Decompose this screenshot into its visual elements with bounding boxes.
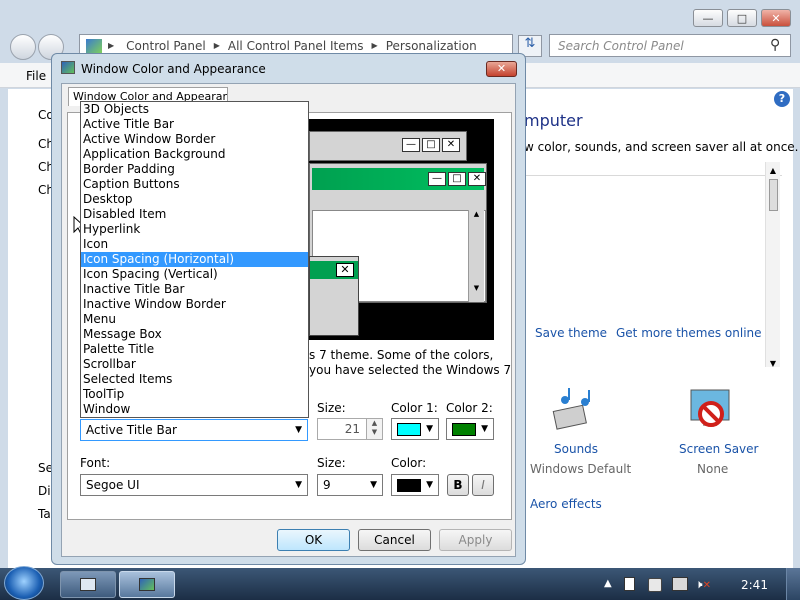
apply-button[interactable]: Apply (439, 529, 512, 551)
page-heading: mputer (524, 111, 583, 130)
window-color-icon (139, 578, 155, 591)
dropdown-option[interactable]: Icon Spacing (Vertical) (81, 267, 308, 282)
dropdown-option[interactable]: ToolTip (81, 387, 308, 402)
preview-message-box: ✕ (309, 256, 359, 336)
color2-swatch (452, 422, 476, 436)
breadcrumb-chevron-icon: ▶ (371, 41, 378, 50)
tray-show-hidden-icon[interactable]: ▲ (604, 578, 612, 589)
appearance-preview: — □ ✕ — □ ✕ ▲ ▼ ✕ (309, 119, 494, 340)
get-more-themes-link[interactable]: Get more themes online (616, 326, 762, 340)
tray-document-icon[interactable] (624, 577, 635, 591)
control-panel-icon (80, 578, 96, 591)
search-input[interactable]: Search Control Panel (549, 34, 791, 57)
font-select[interactable]: Segoe UI ▼ (80, 474, 308, 496)
cancel-button[interactable]: Cancel (358, 529, 431, 551)
dropdown-option[interactable]: Icon (81, 237, 308, 252)
size-label: Size: (317, 401, 346, 415)
preview-inactive-window: — □ ✕ (309, 131, 467, 161)
save-theme-link[interactable]: Save theme (535, 326, 607, 340)
color2-picker[interactable]: ▼ (446, 418, 494, 440)
font-size-select[interactable]: 9 ▼ (317, 474, 383, 496)
screen-saver-label[interactable]: Screen Saver (679, 442, 758, 456)
preview-scrollbar: ▲ ▼ (468, 210, 484, 302)
bold-button[interactable]: B (447, 474, 469, 496)
aero-effects-link[interactable]: Aero effects (530, 497, 602, 511)
color1-swatch (397, 422, 421, 436)
breadcrumb-chevron-icon: ▶ (108, 41, 115, 50)
info-text-2: you have selected the Windows 7 (309, 363, 512, 377)
info-text-1: s 7 theme. Some of the colors, (309, 348, 494, 362)
dropdown-option[interactable]: Palette Title (81, 342, 308, 357)
taskbar-explorer-button[interactable] (60, 571, 116, 598)
page-description: w color, sounds, and screen saver all at… (524, 140, 799, 154)
dropdown-option[interactable]: Active Title Bar (81, 117, 308, 132)
breadcrumb-item[interactable]: Control Panel (126, 39, 206, 53)
tray-action-center-icon[interactable] (648, 578, 662, 592)
dropdown-option[interactable]: Inactive Title Bar (81, 282, 308, 297)
tray-volume-muted-icon[interactable]: 🕨✕ (695, 577, 711, 592)
screen-saver-value: None (697, 462, 729, 476)
search-icon[interactable]: ⚲ (770, 37, 780, 53)
maximize-button[interactable]: □ (727, 9, 757, 27)
sounds-value: Windows Default (530, 462, 632, 476)
item-dropdown-list[interactable]: 3D Objects Active Title Bar Active Windo… (80, 101, 309, 418)
color1-picker[interactable]: ▼ (391, 418, 439, 440)
sounds-icon[interactable] (551, 388, 599, 436)
dropdown-option[interactable]: Inactive Window Border (81, 297, 308, 312)
font-color-picker[interactable]: ▼ (391, 474, 439, 496)
dialog-app-icon (61, 61, 75, 74)
close-button[interactable]: ✕ (761, 9, 791, 27)
screen-saver-icon[interactable] (687, 386, 735, 434)
menu-file[interactable]: File (26, 69, 46, 83)
font-color-swatch (397, 478, 421, 492)
back-button[interactable] (10, 34, 36, 60)
dropdown-option[interactable]: Window (81, 402, 308, 417)
size-stepper[interactable]: 21 ▲ ▼ (317, 418, 383, 440)
sounds-label[interactable]: Sounds (554, 442, 598, 456)
item-select[interactable]: Active Title Bar ▼ (80, 419, 308, 441)
start-button[interactable] (4, 566, 44, 600)
dropdown-option[interactable]: Message Box (81, 327, 308, 342)
dropdown-option[interactable]: Desktop (81, 192, 308, 207)
dialog-title: Window Color and Appearance (81, 62, 266, 76)
dropdown-option[interactable]: 3D Objects (81, 102, 308, 117)
color1-label: Color 1: (391, 401, 438, 415)
dropdown-option[interactable]: Scrollbar (81, 357, 308, 372)
theme-scrollbar[interactable]: ▲ ▼ (765, 162, 780, 368)
font-size-label: Size: (317, 456, 346, 470)
dropdown-option[interactable]: Border Padding (81, 162, 308, 177)
dropdown-option[interactable]: Disabled Item (81, 207, 308, 222)
help-icon[interactable]: ? (774, 91, 790, 107)
dropdown-option[interactable]: Hyperlink (81, 222, 308, 237)
dropdown-option[interactable]: Application Background (81, 147, 308, 162)
dialog-close-button[interactable]: ✕ (486, 61, 517, 77)
color2-label: Color 2: (446, 401, 493, 415)
breadcrumb-chevron-icon: ▶ (213, 41, 220, 50)
dropdown-option[interactable]: Active Window Border (81, 132, 308, 147)
breadcrumb-item[interactable]: Personalization (386, 39, 477, 53)
chevron-down-icon: ▼ (295, 425, 302, 435)
ok-button[interactable]: OK (277, 529, 350, 551)
minimize-button[interactable]: — (693, 9, 723, 27)
italic-button[interactable]: I (472, 474, 494, 496)
taskbar-dialog-button[interactable] (119, 571, 175, 598)
clock[interactable]: 2:41 (741, 578, 768, 592)
font-label: Font: (80, 456, 111, 470)
show-desktop-button[interactable] (786, 568, 800, 600)
control-panel-icon (86, 38, 102, 53)
dropdown-option[interactable]: Selected Items (81, 372, 308, 387)
font-color-label: Color: (391, 456, 427, 470)
dropdown-option-highlighted[interactable]: Icon Spacing (Horizontal) (81, 252, 308, 267)
dropdown-option[interactable]: Menu (81, 312, 308, 327)
breadcrumb-item[interactable]: All Control Panel Items (228, 39, 364, 53)
tray-network-icon[interactable] (672, 577, 688, 591)
dropdown-option[interactable]: Caption Buttons (81, 177, 308, 192)
